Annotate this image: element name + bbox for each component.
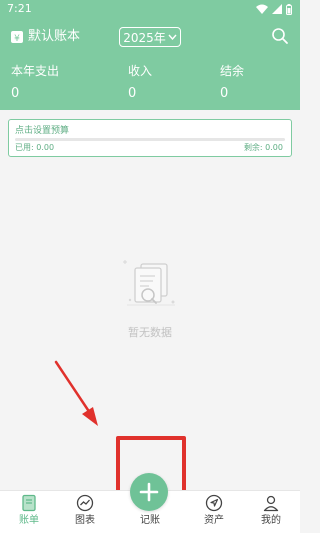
battery-icon xyxy=(286,3,292,15)
nav-label-profile: 我的 xyxy=(261,515,281,526)
signal-icon xyxy=(272,4,282,14)
svg-text:¥: ¥ xyxy=(14,34,20,44)
stat-income-value: 0 xyxy=(128,86,137,101)
add-icon xyxy=(139,482,159,502)
budget-progress-bar xyxy=(15,138,285,141)
budget-used: 已用: 0.00 xyxy=(15,143,55,152)
chart-icon xyxy=(76,494,94,512)
nav-label-charts: 图表 xyxy=(75,515,95,526)
nav-item-bills[interactable]: 账单 xyxy=(9,494,49,527)
ledger-name[interactable]: 默认账本 xyxy=(28,29,80,45)
stat-expense-value: 0 xyxy=(11,86,20,101)
empty-documents-icon xyxy=(123,260,175,306)
stat-income-label: 收入 xyxy=(128,64,153,78)
nav-label-record: 记账 xyxy=(140,515,160,526)
budget-remaining: 剩余: 0.00 xyxy=(243,143,283,152)
budget-card[interactable]: 点击设置预算 已用: 0.00 剩余: 0.00 xyxy=(8,119,292,157)
year-select[interactable]: 2025年 xyxy=(119,27,181,47)
add-record-button[interactable] xyxy=(130,473,168,511)
bill-icon xyxy=(22,494,36,512)
profile-icon xyxy=(263,495,279,512)
stat-balance: 结余 0 xyxy=(220,64,244,102)
budget-title: 点击设置预算 xyxy=(15,126,70,136)
stat-expense-label: 本年支出 xyxy=(11,64,60,78)
year-value: 2025年 xyxy=(123,30,166,45)
empty-state: 暂无数据 xyxy=(0,258,300,340)
nav-item-charts[interactable]: 图表 xyxy=(65,494,105,527)
wifi-icon xyxy=(256,4,268,14)
stat-expense: 本年支出 0 xyxy=(11,64,59,102)
stat-balance-value: 0 xyxy=(220,86,229,101)
empty-state-text: 暂无数据 xyxy=(128,326,172,339)
asset-icon xyxy=(205,494,223,512)
status-time: 7:21 xyxy=(7,2,32,15)
status-icons xyxy=(256,3,292,15)
chevron-down-icon xyxy=(168,34,177,40)
nav-item-assets[interactable]: 资产 xyxy=(194,494,234,527)
stat-income: 收入 0 xyxy=(128,64,152,102)
nav-label-bills: 账单 xyxy=(19,515,39,526)
ledger-icon: ¥ xyxy=(11,31,23,44)
nav-item-profile[interactable]: 我的 xyxy=(251,494,291,527)
status-bar: 7:21 xyxy=(0,0,300,18)
nav-label-assets: 资产 xyxy=(204,515,224,526)
app-header: ¥ 默认账本 2025年 本年支出 0 收入 0 结余 0 xyxy=(0,18,300,110)
search-icon[interactable] xyxy=(271,27,289,45)
stat-balance-label: 结余 xyxy=(220,64,245,78)
